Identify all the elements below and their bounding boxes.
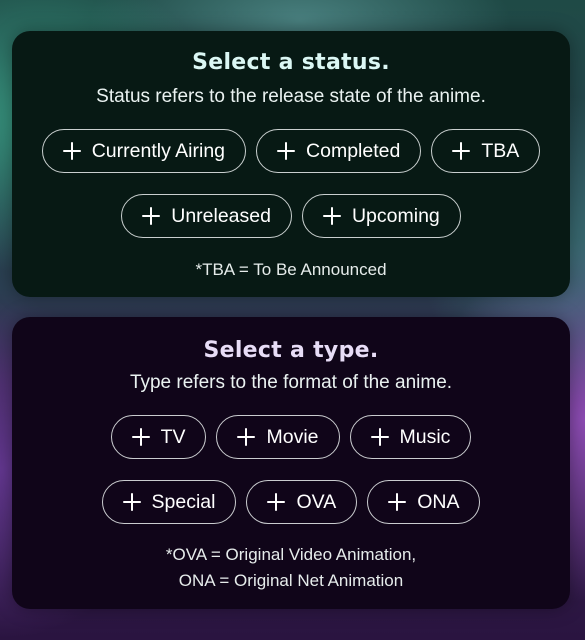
plus-icon <box>237 428 256 446</box>
status-option-completed[interactable]: Completed <box>256 129 422 173</box>
type-option-movie[interactable]: Movie <box>216 415 340 459</box>
type-chip-row-2: Special OVA ONA <box>12 480 570 524</box>
type-option-special[interactable]: Special <box>101 480 237 524</box>
type-option-label: ONA <box>417 490 460 513</box>
plus-icon <box>122 493 141 511</box>
type-footnote-line-2: ONA = Original Net Animation <box>178 571 404 590</box>
status-option-label: Upcoming <box>351 204 440 227</box>
status-option-upcoming[interactable]: Upcoming <box>301 194 461 238</box>
status-footnote: *TBA = To Be Announced <box>195 260 387 279</box>
type-option-label: Movie <box>266 425 319 448</box>
type-option-label: Special <box>151 490 216 513</box>
plus-icon <box>322 207 341 225</box>
status-option-label: Currently Airing <box>91 139 226 162</box>
status-title: Select a status. <box>192 50 390 75</box>
type-title: Select a type. <box>203 338 379 363</box>
plus-icon <box>370 428 389 446</box>
type-chip-row-1: TV Movie Music <box>12 415 570 459</box>
type-option-ova[interactable]: OVA <box>246 480 358 524</box>
type-option-ona[interactable]: ONA <box>367 480 481 524</box>
type-footnote: *OVA = Original Video Animation, ONA = O… <box>12 542 570 594</box>
type-option-tv[interactable]: TV <box>110 415 207 459</box>
plus-icon <box>267 493 286 511</box>
type-subtitle: Type refers to the format of the anime. <box>129 372 453 393</box>
plus-icon <box>131 428 150 446</box>
plus-icon <box>452 142 471 160</box>
plus-icon <box>142 207 161 225</box>
status-chip-row-1: Currently Airing Completed TBA <box>12 129 570 173</box>
type-option-label: OVA <box>296 490 337 513</box>
status-chip-row-2: Unreleased Upcoming <box>12 194 570 238</box>
plus-icon <box>277 142 296 160</box>
status-option-label: Completed <box>306 139 401 162</box>
type-card: Select a type. Type refers to the format… <box>12 317 570 609</box>
status-option-currently-airing[interactable]: Currently Airing <box>41 129 247 173</box>
status-subtitle: Status refers to the release state of th… <box>96 86 486 107</box>
status-option-unreleased[interactable]: Unreleased <box>121 194 292 238</box>
type-footnote-line-1: *OVA = Original Video Animation, <box>165 545 417 564</box>
status-card: Select a status. Status refers to the re… <box>12 31 570 297</box>
type-option-music[interactable]: Music <box>349 415 472 459</box>
status-option-tba[interactable]: TBA <box>431 129 541 173</box>
status-option-label: Unreleased <box>171 204 271 227</box>
type-option-label: Music <box>399 425 451 448</box>
plus-icon <box>62 142 81 160</box>
plus-icon <box>388 493 407 511</box>
type-option-label: TV <box>160 425 186 448</box>
status-option-label: TBA <box>481 139 520 162</box>
